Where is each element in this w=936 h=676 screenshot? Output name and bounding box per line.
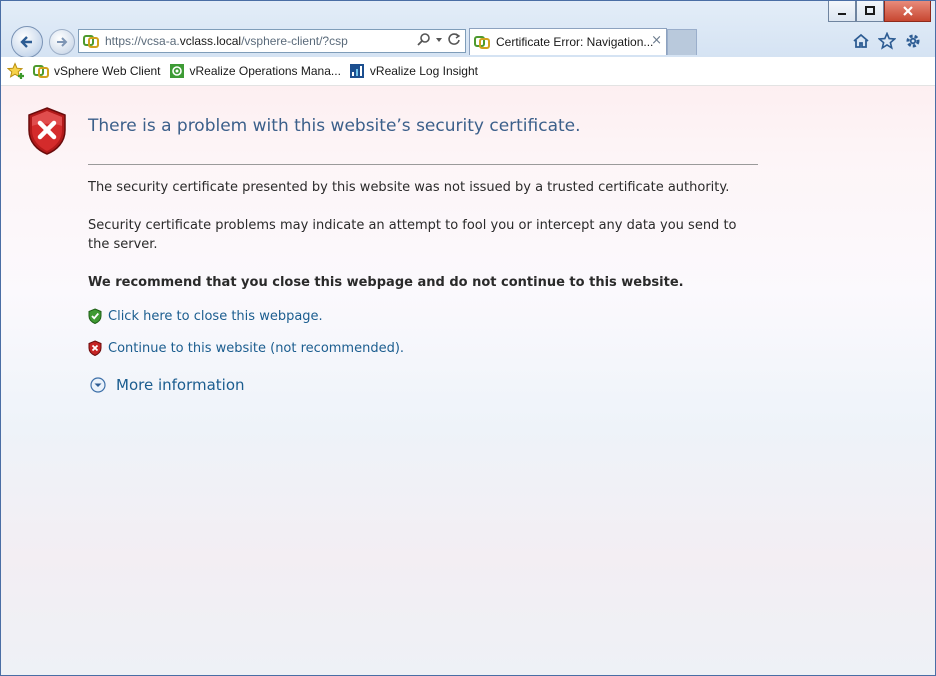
log-insight-icon xyxy=(349,63,365,79)
refresh-icon[interactable] xyxy=(447,32,461,46)
maximize-button[interactable] xyxy=(856,1,884,22)
shield-error-icon xyxy=(25,106,69,160)
tab-label: Certificate Error: Navigation... xyxy=(496,35,654,49)
page-title: There is a problem with this website’s s… xyxy=(88,116,581,136)
minimize-icon xyxy=(838,13,846,15)
url-path: /vsphere-client/?csp xyxy=(241,34,348,48)
maximize-icon xyxy=(865,6,875,15)
divider xyxy=(88,164,758,165)
gear-icon[interactable] xyxy=(903,31,923,51)
add-favorite-star-icon[interactable] xyxy=(7,62,25,80)
close-icon xyxy=(902,6,913,16)
expand-chevron-icon[interactable] xyxy=(90,377,106,393)
address-tools xyxy=(417,32,461,46)
trust-message: The security certificate presented by th… xyxy=(88,180,730,195)
favorite-label: vRealize Log Insight xyxy=(369,64,478,78)
more-information-row[interactable]: More information xyxy=(90,376,245,394)
browser-tools xyxy=(851,31,923,51)
close-button[interactable] xyxy=(884,1,931,22)
search-icon[interactable] xyxy=(417,32,431,46)
risk-message: Security certificate problems may indica… xyxy=(88,218,737,252)
favorites-star-icon[interactable] xyxy=(877,31,897,51)
favorite-item-log-insight[interactable]: vRealize Log Insight xyxy=(349,63,478,79)
address-url: https://vcsa-a.vclass.local/vsphere-clie… xyxy=(105,34,348,48)
new-tab-button[interactable] xyxy=(667,29,697,55)
continue-link[interactable]: Continue to this website (not recommende… xyxy=(108,341,404,356)
favorite-item-vrealize-operations[interactable]: vRealize Operations Mana... xyxy=(169,63,341,79)
green-shield-icon xyxy=(88,308,102,324)
more-information-link[interactable]: More information xyxy=(116,376,245,394)
forward-arrow-icon xyxy=(57,37,68,47)
tab-close-button[interactable]: × xyxy=(651,34,662,48)
recommendation-text: We recommend that you close this webpage… xyxy=(88,275,684,290)
back-button[interactable] xyxy=(11,26,43,58)
favorite-label: vSphere Web Client xyxy=(54,64,161,78)
address-bar[interactable]: https://vcsa-a.vclass.local/vsphere-clie… xyxy=(78,29,466,53)
window-controls xyxy=(828,1,931,22)
favorite-label: vRealize Operations Mana... xyxy=(189,64,341,78)
dropdown-arrow-icon[interactable] xyxy=(435,32,443,46)
continue-row: Continue to this website (not recommende… xyxy=(88,340,404,356)
favorite-item-vsphere[interactable]: vSphere Web Client xyxy=(33,63,161,79)
page-content: There is a problem with this website’s s… xyxy=(1,86,935,675)
certificate-error-icon xyxy=(83,33,99,49)
certificate-error-icon xyxy=(474,34,490,50)
red-shield-icon xyxy=(88,340,102,356)
title-bar: https://vcsa-a.vclass.local/vsphere-clie… xyxy=(1,1,935,58)
close-webpage-link[interactable]: Click here to close this webpage. xyxy=(108,309,323,324)
url-domain: vclass.local xyxy=(179,34,242,48)
close-webpage-row: Click here to close this webpage. xyxy=(88,308,323,324)
vsphere-icon xyxy=(33,63,49,79)
favorites-bar: vSphere Web Client vRealize Operations M… xyxy=(1,57,935,86)
back-arrow-icon xyxy=(20,36,32,48)
url-prefix: https://vcsa-a. xyxy=(105,34,180,48)
home-icon[interactable] xyxy=(851,31,871,51)
forward-button[interactable] xyxy=(49,29,75,55)
browser-window: https://vcsa-a.vclass.local/vsphere-clie… xyxy=(0,0,936,676)
minimize-button[interactable] xyxy=(828,1,856,22)
tab-certificate-error[interactable]: Certificate Error: Navigation... × xyxy=(469,28,667,55)
vrealize-operations-icon xyxy=(169,63,185,79)
